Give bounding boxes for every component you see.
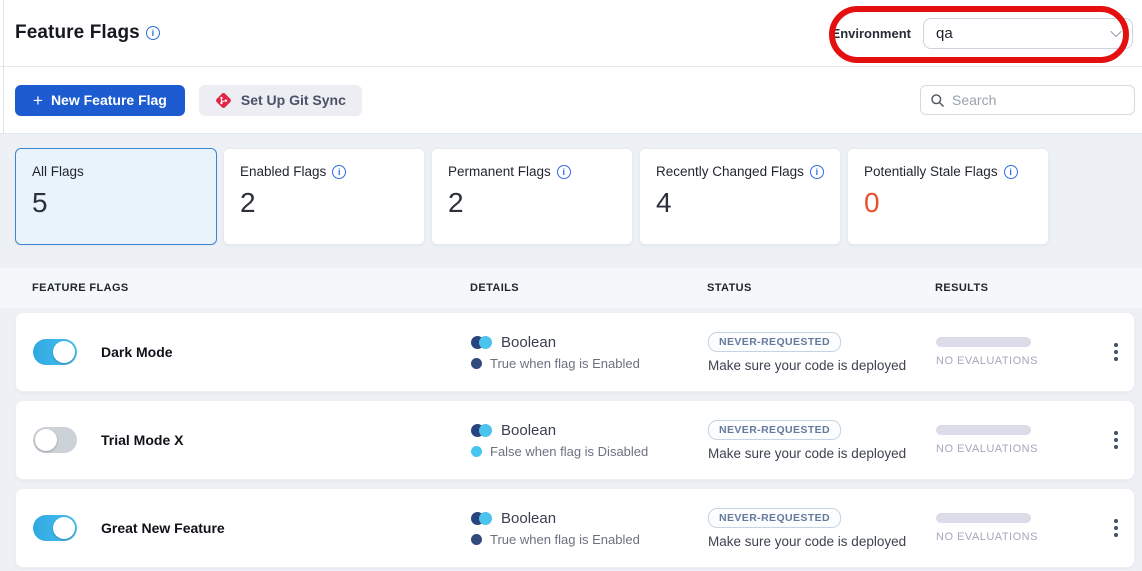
stat-value: 4: [656, 188, 824, 219]
status-text: Make sure your code is deployed: [708, 534, 906, 549]
results-progress-bar: [936, 425, 1031, 435]
stat-value: 5: [32, 188, 200, 219]
title-info-icon[interactable]: i: [146, 26, 160, 40]
flag-toggle[interactable]: [33, 427, 77, 453]
row-menu-kebab-icon[interactable]: [1096, 337, 1135, 367]
column-header-results: RESULTS: [935, 282, 1142, 294]
row-menu-kebab-icon[interactable]: [1096, 513, 1135, 543]
flag-name[interactable]: Trial Mode X: [101, 432, 183, 448]
results-progress-bar: [936, 513, 1031, 523]
stat-label: Enabled Flags: [240, 164, 326, 179]
boolean-type-icon: [471, 336, 492, 349]
value-dot-icon: [471, 534, 482, 545]
flag-type: Boolean: [501, 510, 556, 527]
status-text: Make sure your code is deployed: [708, 358, 906, 373]
status-badge: NEVER-REQUESTED: [708, 508, 841, 528]
flag-toggle[interactable]: [33, 339, 77, 365]
environment-selected-value: qa: [936, 25, 953, 42]
page-title: Feature Flags: [15, 22, 140, 44]
git-sync-label: Set Up Git Sync: [241, 92, 346, 108]
new-feature-flag-label: New Feature Flag: [51, 92, 167, 108]
stat-card-recently-changed-flags[interactable]: Recently Changed Flags i 4: [639, 148, 841, 245]
info-icon[interactable]: i: [332, 165, 346, 179]
boolean-type-icon: [471, 512, 492, 525]
results-text: NO EVALUATIONS: [936, 531, 1096, 543]
boolean-type-icon: [471, 424, 492, 437]
results-text: NO EVALUATIONS: [936, 443, 1096, 455]
stat-card-potentially-stale-flags[interactable]: Potentially Stale Flags i 0: [847, 148, 1049, 245]
table-row-great-new-feature: Great New Feature Boolean True when flag…: [15, 488, 1135, 568]
table-row-trial-mode-x: Trial Mode X Boolean False when flag is …: [15, 400, 1135, 480]
flag-type: Boolean: [501, 334, 556, 351]
stat-card-enabled-flags[interactable]: Enabled Flags i 2: [223, 148, 425, 245]
info-icon[interactable]: i: [557, 165, 571, 179]
row-menu-kebab-icon[interactable]: [1096, 425, 1135, 455]
new-feature-flag-button[interactable]: + New Feature Flag: [15, 85, 185, 116]
stat-value: 2: [240, 188, 408, 219]
results-text: NO EVALUATIONS: [936, 355, 1096, 367]
status-text: Make sure your code is deployed: [708, 446, 906, 461]
stat-card-permanent-flags[interactable]: Permanent Flags i 2: [431, 148, 633, 245]
status-badge: NEVER-REQUESTED: [708, 332, 841, 352]
column-header-details: DETAILS: [470, 282, 707, 294]
git-diamond-icon: [215, 92, 232, 109]
search-box[interactable]: [920, 85, 1135, 115]
stat-value: 0: [864, 188, 1032, 219]
environment-select[interactable]: qa: [923, 18, 1133, 49]
column-header-feature-flags: FEATURE FLAGS: [32, 282, 470, 294]
info-icon[interactable]: i: [810, 165, 824, 179]
stat-label: Potentially Stale Flags: [864, 164, 998, 179]
flag-type: Boolean: [501, 422, 556, 439]
table-header: FEATURE FLAGS DETAILS STATUS RESULTS: [0, 268, 1142, 308]
value-dot-icon: [471, 358, 482, 369]
stat-label: Permanent Flags: [448, 164, 551, 179]
flag-name[interactable]: Great New Feature: [101, 520, 225, 536]
stats-row: All Flags 5 Enabled Flags i 2 Permanent …: [15, 148, 1135, 245]
set-up-git-sync-button[interactable]: Set Up Git Sync: [199, 85, 362, 116]
stat-label: All Flags: [32, 164, 84, 179]
value-dot-icon: [471, 446, 482, 457]
status-badge: NEVER-REQUESTED: [708, 420, 841, 440]
stat-label: Recently Changed Flags: [656, 164, 804, 179]
flag-rule: False when flag is Disabled: [490, 444, 648, 459]
flag-name[interactable]: Dark Mode: [101, 344, 173, 360]
plus-icon: +: [33, 92, 43, 109]
stat-value: 2: [448, 188, 616, 219]
search-input[interactable]: [952, 92, 1125, 108]
table-row-dark-mode: Dark Mode Boolean True when flag is Enab…: [15, 312, 1135, 392]
search-icon: [930, 93, 945, 108]
window-edge-divider: [3, 0, 4, 134]
stat-card-all-flags[interactable]: All Flags 5: [15, 148, 217, 245]
environment-group: Environment qa: [832, 18, 1133, 49]
column-header-status: STATUS: [707, 282, 935, 294]
page-header: Feature Flags i Environment qa: [0, 0, 1142, 67]
results-progress-bar: [936, 337, 1031, 347]
chevron-down-icon: [1110, 26, 1121, 37]
flag-rule: True when flag is Enabled: [490, 532, 640, 547]
flag-toggle[interactable]: [33, 515, 77, 541]
flag-rule: True when flag is Enabled: [490, 356, 640, 371]
info-icon[interactable]: i: [1004, 165, 1018, 179]
environment-label: Environment: [832, 26, 911, 41]
toolbar: + New Feature Flag Set Up Git Sync: [0, 67, 1142, 134]
